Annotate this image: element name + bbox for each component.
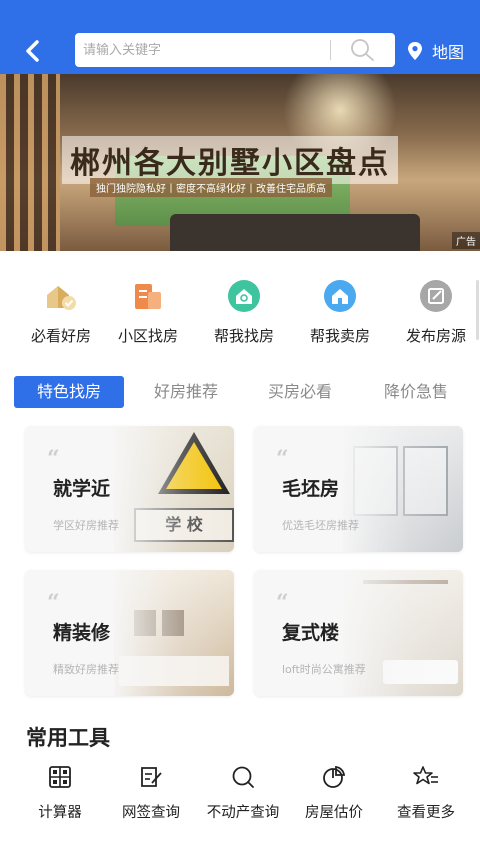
map-label: 地图 [432,43,465,62]
feature-card-loft[interactable]: “ 复式楼 loft时尚公寓推荐 [254,570,463,696]
tab-special[interactable]: 特色找房 [14,376,124,408]
feature-card-rough[interactable]: “ 毛坯房 优选毛坯房推荐 [254,426,463,552]
category-label: 必看好房 [30,327,91,345]
ad-banner[interactable]: 郴州各大别墅小区盘点 独门独院隐私好丨密度不高绿化好丨改善住宅品质高 广告 [0,74,480,251]
search-divider [330,40,331,60]
search-box [75,33,395,67]
ad-label: 广告 [452,232,480,249]
feature-card-decorated[interactable]: “ 精装修 精致好房推荐 [25,570,234,696]
tool-contract-query[interactable]: 网签查询 [103,764,199,822]
feature-tabs: 特色找房 好房推荐 买房必看 降价急售 [0,376,480,410]
tab-price-drop[interactable]: 降价急售 [364,376,468,408]
tool-valuation[interactable]: 房屋估价 [286,764,382,822]
feature-desc: 优选毛坯房推荐 [282,519,359,532]
search-button[interactable] [347,37,377,63]
category-sell-house[interactable]: 帮我卖房 [292,275,388,346]
tool-label: 网签查询 [122,805,180,821]
category-must-see[interactable]: 必看好房 [13,275,109,346]
tool-calculator[interactable]: 计算器 [12,764,108,822]
contract-icon [141,767,162,787]
quote-icon: “ [276,590,289,616]
category-community[interactable]: 小区找房 [100,275,196,346]
tool-property-query[interactable]: 不动产查询 [195,764,291,822]
category-label: 小区找房 [117,327,178,345]
pie-chart-icon [323,765,346,788]
feature-title: 复式楼 [282,622,340,644]
feature-desc: 学区好房推荐 [53,519,119,532]
tool-label: 查看更多 [397,805,455,821]
feature-title: 精装修 [53,622,111,644]
category-label: 帮我卖房 [309,327,370,345]
banner-sofa [170,214,420,251]
map-button[interactable]: 地图 [406,38,464,64]
building-icon [135,284,161,309]
top-bar: 地图 [0,0,480,74]
tool-label: 房屋估价 [305,805,363,821]
quote-icon: “ [47,590,60,616]
search-icon [351,39,374,61]
house-tag-icon [47,286,76,310]
search-input[interactable] [83,33,328,67]
category-label: 帮我找房 [213,327,274,345]
feature-desc: 精致好房推荐 [53,663,119,676]
feature-card-school[interactable]: 学 校 “ 就学近 学区好房推荐 [25,426,234,552]
back-button[interactable] [18,36,48,66]
tools-title: 常用工具 [26,726,110,750]
quote-icon: “ [276,446,289,472]
category-row: 必看好房 小区找房 帮我找房 帮我卖房 发布房源 [0,275,480,355]
banner-subtitle: 独门独院隐私好丨密度不高绿化好丨改善住宅品质高 [90,178,332,197]
feature-title: 毛坯房 [282,478,340,500]
quote-icon: “ [47,446,60,472]
banner-decor-screen [0,74,60,251]
tab-must-read[interactable]: 买房必看 [248,376,352,408]
search-icon [232,766,254,788]
category-label: 发布房源 [405,327,466,345]
category-publish[interactable]: 发布房源 [388,275,480,346]
chevron-left-icon [26,40,39,62]
scrollbar[interactable] [476,280,479,340]
star-list-icon [413,766,438,785]
publish-icon [420,280,452,312]
feature-desc: loft时尚公寓推荐 [282,663,366,676]
tool-label: 不动产查询 [206,805,280,821]
location-pin-icon [408,42,422,60]
house-sell-icon [324,280,356,312]
banner-title: 郴州各大别墅小区盘点 [62,136,398,184]
tool-label: 计算器 [38,805,82,821]
tool-more[interactable]: 查看更多 [378,764,474,822]
house-search-icon [228,280,260,312]
tab-recommended[interactable]: 好房推荐 [134,376,238,408]
category-find-house[interactable]: 帮我找房 [196,275,292,346]
feature-title: 就学近 [53,478,111,500]
calculator-icon [49,766,71,788]
